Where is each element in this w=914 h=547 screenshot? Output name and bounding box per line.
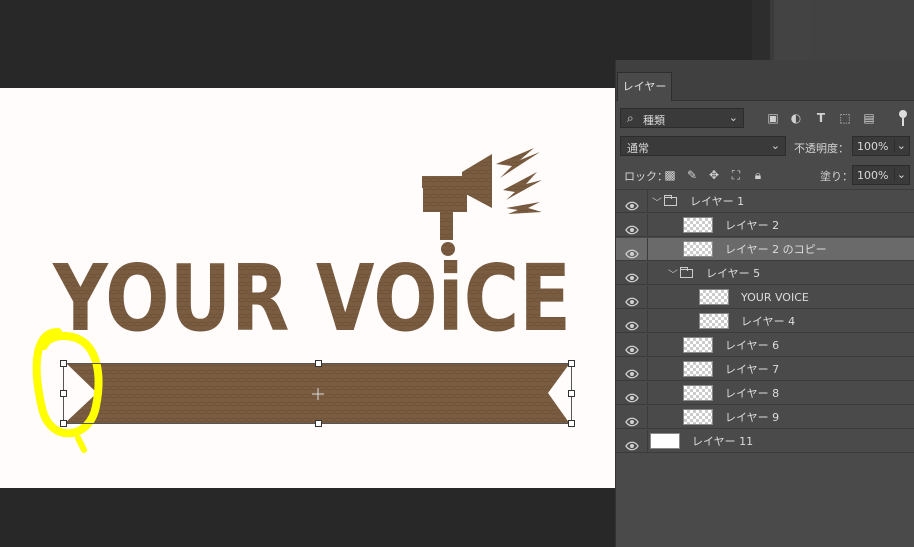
eye-icon (625, 196, 639, 211)
chevron-down-icon[interactable]: ﹀ (668, 266, 678, 281)
layer-row[interactable]: レイヤー 8 (616, 382, 914, 405)
visibility-toggle[interactable] (616, 358, 648, 381)
layer-thumbnail (683, 337, 713, 353)
adjustment-filter-icon[interactable]: ◐ (788, 111, 804, 125)
layer-row[interactable]: レイヤー 2 のコピー (616, 238, 914, 261)
layer-group-row[interactable]: ﹀ レイヤー 1 (616, 190, 914, 213)
visibility-toggle[interactable] (616, 214, 648, 237)
visibility-toggle[interactable] (616, 286, 648, 309)
opacity-field[interactable]: 100% ⌄ (852, 136, 910, 156)
folder-icon (664, 195, 677, 206)
eye-icon (625, 436, 639, 451)
megaphone-icon (422, 148, 542, 256)
panel-tab-bar: レイヤー (616, 60, 914, 101)
lock-position-icon[interactable]: ✥ (706, 168, 722, 182)
blend-mode-select[interactable]: 通常 ⌄ (620, 136, 786, 156)
layer-thumbnail (699, 313, 729, 329)
chevron-down-icon[interactable]: ﹀ (652, 194, 662, 209)
chevron-down-icon: ⌄ (728, 111, 738, 124)
document-canvas[interactable]: YOUR VOiCE (0, 88, 615, 488)
headline-text: YOUR VOiCE (52, 245, 571, 352)
eye-icon (625, 340, 639, 355)
eye-icon (625, 220, 639, 235)
lock-all-icon[interactable]: 🔒︎ (750, 168, 766, 182)
eye-icon (625, 244, 639, 259)
eye-icon (625, 268, 639, 283)
layer-name: レイヤー 2 のコピー (725, 243, 827, 256)
lock-transparent-pixels-icon[interactable]: ▩ (662, 168, 678, 182)
layer-row[interactable]: レイヤー 2 (616, 214, 914, 237)
eye-icon (625, 364, 639, 379)
visibility-toggle[interactable] (616, 334, 648, 357)
layer-row[interactable]: YOUR VOICE (616, 286, 914, 309)
filter-row: ⌕ 種類 ⌄ ▣ ◐ T ⬚ ▤ (616, 108, 914, 130)
layer-name: レイヤー 6 (725, 339, 780, 352)
type-filter-icon[interactable]: T (813, 111, 829, 125)
smart-object-filter-icon[interactable]: ▤ (861, 111, 877, 125)
layer-row[interactable]: レイヤー 9 (616, 406, 914, 429)
layer-name: レイヤー 5 (706, 267, 761, 280)
artwork: YOUR VOiCE (32, 148, 575, 453)
layer-name: レイヤー 8 (725, 387, 780, 400)
folder-icon (680, 267, 693, 278)
blend-mode-value: 通常 (627, 142, 649, 155)
eye-icon (625, 412, 639, 427)
layer-thumbnail (683, 361, 713, 377)
layer-thumbnail (683, 217, 713, 233)
filter-kind-label: 種類 (643, 114, 665, 127)
layer-thumbnail (650, 433, 680, 449)
visibility-toggle[interactable] (616, 382, 648, 405)
layer-name: レイヤー 9 (725, 411, 780, 424)
fill-field[interactable]: 100% ⌄ (852, 165, 910, 185)
tab-layers[interactable]: レイヤー (617, 72, 672, 101)
layer-name: レイヤー 2 (725, 219, 780, 232)
top-right-area (752, 0, 914, 60)
chevron-down-icon: ⌄ (893, 139, 906, 152)
shape-filter-icon[interactable]: ⬚ (837, 111, 853, 125)
opacity-label: 不透明度： (794, 142, 849, 155)
panel-dock-column (810, 0, 914, 60)
layer-thumbnail (683, 409, 713, 425)
chevron-down-icon: ⌄ (770, 139, 780, 152)
layer-list: ﹀ レイヤー 1 レイヤー 2 レイヤー 2 のコピー ﹀ レイヤー 5 YOUR VOIC… (616, 189, 914, 453)
layer-name: レイヤー 11 (692, 435, 754, 448)
layer-name: YOUR VOICE (741, 291, 809, 304)
eye-icon (625, 292, 639, 307)
layer-name: レイヤー 1 (690, 195, 745, 208)
layer-group-row[interactable]: ﹀ レイヤー 5 (616, 262, 914, 285)
layer-name: レイヤー 7 (725, 363, 780, 376)
visibility-toggle[interactable] (616, 238, 648, 261)
search-icon: ⌕ (627, 111, 634, 125)
chevron-down-icon: ⌄ (893, 168, 906, 181)
layers-panel: レイヤー ⌕ 種類 ⌄ ▣ ◐ T ⬚ ▤ 通常 ⌄ 不透明度： 100% ⌄ … (615, 60, 914, 547)
layer-row[interactable]: レイヤー 6 (616, 334, 914, 357)
image-filter-icon[interactable]: ▣ (765, 111, 781, 125)
opacity-value: 100% (857, 140, 889, 153)
prevent-autonest-icon[interactable]: ⛶ (728, 168, 744, 182)
filter-kind-select[interactable]: ⌕ 種類 ⌄ (620, 108, 744, 128)
layer-thumbnail (699, 289, 729, 305)
eye-icon (625, 388, 639, 403)
eye-icon (625, 316, 639, 331)
lock-row: ロック： ▩ ✎ ✥ ⛶ 🔒︎ 塗り： 100% ⌄ (616, 164, 914, 186)
layer-thumbnail (683, 241, 713, 257)
lock-image-pixels-icon[interactable]: ✎ (684, 168, 700, 182)
blend-row: 通常 ⌄ 不透明度： 100% ⌄ (616, 136, 914, 158)
panel-dock-column (774, 0, 810, 60)
visibility-toggle[interactable] (616, 262, 648, 285)
filter-toggle-stem (902, 118, 904, 126)
layer-row[interactable]: レイヤー 4 (616, 310, 914, 333)
visibility-toggle[interactable] (616, 190, 648, 213)
fill-value: 100% (857, 169, 889, 182)
filter-toggle-icon[interactable] (899, 110, 907, 118)
layer-name: レイヤー 4 (741, 315, 796, 328)
visibility-toggle[interactable] (616, 430, 648, 453)
fill-label: 塗り： (820, 170, 853, 183)
visibility-toggle[interactable] (616, 406, 648, 429)
layer-row[interactable]: レイヤー 11 (616, 430, 914, 453)
layer-row[interactable]: レイヤー 7 (616, 358, 914, 381)
visibility-toggle[interactable] (616, 310, 648, 333)
layer-thumbnail (683, 385, 713, 401)
